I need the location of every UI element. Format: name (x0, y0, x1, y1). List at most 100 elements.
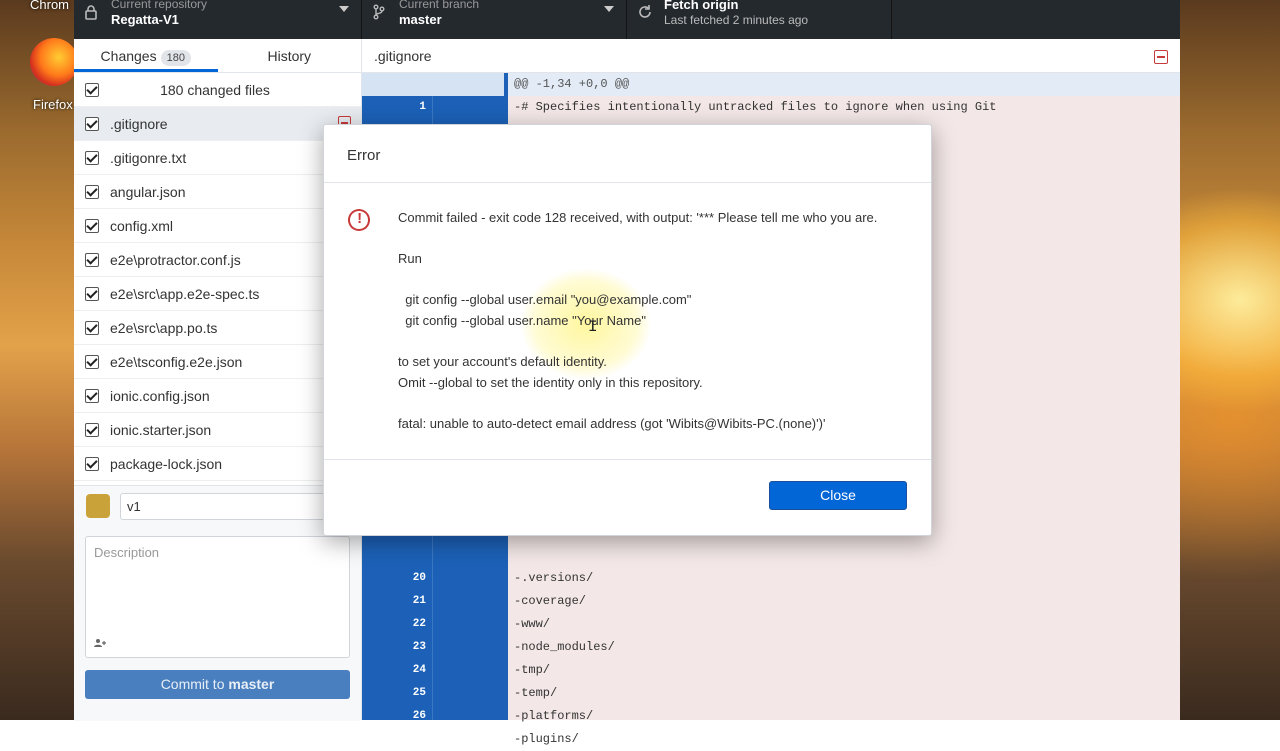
file-row[interactable]: angular.json (74, 175, 361, 209)
avatar (86, 494, 110, 518)
error-dialog: Error Commit failed - exit code 128 rece… (323, 124, 932, 536)
close-button[interactable]: Close (769, 481, 907, 510)
diff-line[interactable]: -# Specifies intentionally untracked fil… (514, 96, 996, 119)
file-name: package-lock.json (110, 455, 223, 472)
diff-line[interactable]: -plugins/ (514, 728, 579, 751)
file-checkbox[interactable] (85, 218, 99, 233)
message-line: fatal: unable to auto-detect email addre… (398, 416, 826, 431)
message-line: Run (398, 251, 422, 266)
diff-line[interactable]: -tmp/ (514, 659, 550, 682)
file-row[interactable]: .gitignore (74, 107, 361, 141)
file-row[interactable]: ionic.config.json (74, 379, 361, 413)
fetch-origin-label: Fetch origin (664, 0, 739, 12)
dialog-header: Error (324, 125, 931, 183)
message-line: git config --global user.email "you@exam… (398, 292, 692, 307)
commit-description-input[interactable]: Description (85, 536, 350, 658)
diff-file-path: .gitignore (374, 48, 432, 64)
hunk-header: @@ -1,34 +0,0 @@ (508, 73, 1180, 96)
error-octagon-icon (344, 205, 374, 235)
file-checkbox[interactable] (85, 184, 99, 199)
dialog-title: Error (347, 147, 381, 164)
file-status-deleted-icon (1154, 50, 1168, 64)
repository-name: Regatta-V1 (111, 12, 179, 27)
file-checkbox[interactable] (85, 354, 99, 369)
sidebar-tabs: Changes 180 History (74, 39, 361, 73)
description-placeholder: Description (94, 545, 160, 560)
diff-line[interactable]: -.versions/ (514, 567, 593, 590)
line-number: 22 (412, 618, 426, 630)
message-line: Commit failed - exit code 128 received, … (398, 210, 878, 225)
file-name: e2e\src\app.po.ts (110, 319, 218, 336)
branch-label: Current branch (399, 0, 480, 11)
file-row[interactable]: e2e\src\app.po.ts (74, 311, 361, 345)
line-number: 20 (412, 572, 426, 584)
dialog-footer-divider (324, 459, 931, 460)
line-number: 25 (412, 687, 426, 699)
file-checkbox[interactable] (85, 286, 99, 301)
file-row[interactable]: e2e\protractor.conf.js (74, 243, 361, 277)
branch-icon (372, 4, 388, 20)
diff-header: .gitignore (362, 39, 1180, 73)
message-line: git config --global user.name "Your Name… (398, 313, 646, 328)
last-fetched-text: Last fetched 2 minutes ago (664, 13, 809, 27)
select-all-checkbox[interactable] (85, 82, 99, 97)
tab-changes[interactable]: Changes 180 (74, 39, 218, 72)
file-name: config.xml (110, 217, 174, 234)
file-row[interactable]: package-lock.json (74, 447, 361, 481)
commit-summary-input[interactable]: v1 (120, 493, 350, 520)
file-row[interactable]: e2e\tsconfig.e2e.json (74, 345, 361, 379)
commit-button-branch: master (228, 676, 275, 692)
desktop-icon-label-chrome[interactable]: Chrom (30, 0, 69, 12)
file-checkbox[interactable] (85, 320, 99, 335)
changes-count-badge: 180 (160, 50, 191, 66)
desktop-icon-label-firefox[interactable]: Firefox (33, 97, 73, 112)
file-row[interactable]: .gitigonre.txt (74, 141, 361, 175)
branch-name: master (399, 12, 442, 27)
commit-panel: v1 Description Commit to master (74, 485, 361, 721)
current-repository-button[interactable]: Current repository Regatta-V1 (74, 0, 362, 39)
diff-line[interactable]: -platforms/ (514, 705, 593, 728)
line-number: 21 (412, 595, 426, 607)
changed-files-count: 180 changed files (160, 81, 270, 98)
message-line: Omit --global to set the identity only i… (398, 375, 703, 390)
line-number: 24 (412, 664, 426, 676)
diff-line[interactable]: -temp/ (514, 682, 557, 705)
line-number: 26 (412, 710, 426, 722)
file-name: e2e\src\app.e2e-spec.ts (110, 285, 260, 302)
toolbar: Current repository Regatta-V1 Current br… (74, 0, 1180, 39)
line-number: 27 (412, 733, 426, 745)
dialog-message: Commit failed - exit code 128 received, … (398, 207, 918, 454)
diff-line[interactable]: -www/ (514, 613, 550, 636)
lock-icon (84, 4, 100, 20)
diff-line[interactable]: -coverage/ (514, 590, 586, 613)
hunk-gutter (362, 73, 504, 96)
file-name: ionic.starter.json (110, 421, 212, 438)
file-checkbox[interactable] (85, 388, 99, 403)
file-name: .gitignore (110, 115, 168, 132)
tab-history[interactable]: History (218, 39, 362, 72)
file-row[interactable]: config.xml (74, 209, 361, 243)
file-row[interactable]: ionic.starter.json (74, 413, 361, 447)
add-coauthor-icon[interactable] (94, 638, 106, 651)
file-checkbox[interactable] (85, 422, 99, 437)
firefox-icon[interactable] (30, 38, 78, 86)
fetch-origin-button[interactable]: Fetch origin Last fetched 2 minutes ago (627, 0, 892, 39)
file-checkbox[interactable] (85, 252, 99, 267)
current-branch-button[interactable]: Current branch master (362, 0, 627, 39)
file-name: e2e\protractor.conf.js (110, 251, 241, 268)
file-checkbox[interactable] (85, 116, 99, 131)
sync-icon (637, 4, 653, 20)
repository-label: Current repository (111, 0, 208, 11)
file-name: e2e\tsconfig.e2e.json (110, 353, 243, 370)
file-row[interactable]: e2e\src\app.e2e-spec.ts (74, 277, 361, 311)
file-name: angular.json (110, 183, 186, 200)
file-checkbox[interactable] (85, 456, 99, 471)
commit-button[interactable]: Commit to master (85, 670, 350, 699)
file-name: .gitigonre.txt (110, 149, 187, 166)
changed-files-header: 180 changed files (74, 73, 361, 107)
line-number: 23 (412, 641, 426, 653)
diff-line[interactable]: -node_modules/ (514, 636, 615, 659)
file-checkbox[interactable] (85, 150, 99, 165)
chevron-down-icon (604, 6, 614, 12)
file-name: ionic.config.json (110, 387, 210, 404)
